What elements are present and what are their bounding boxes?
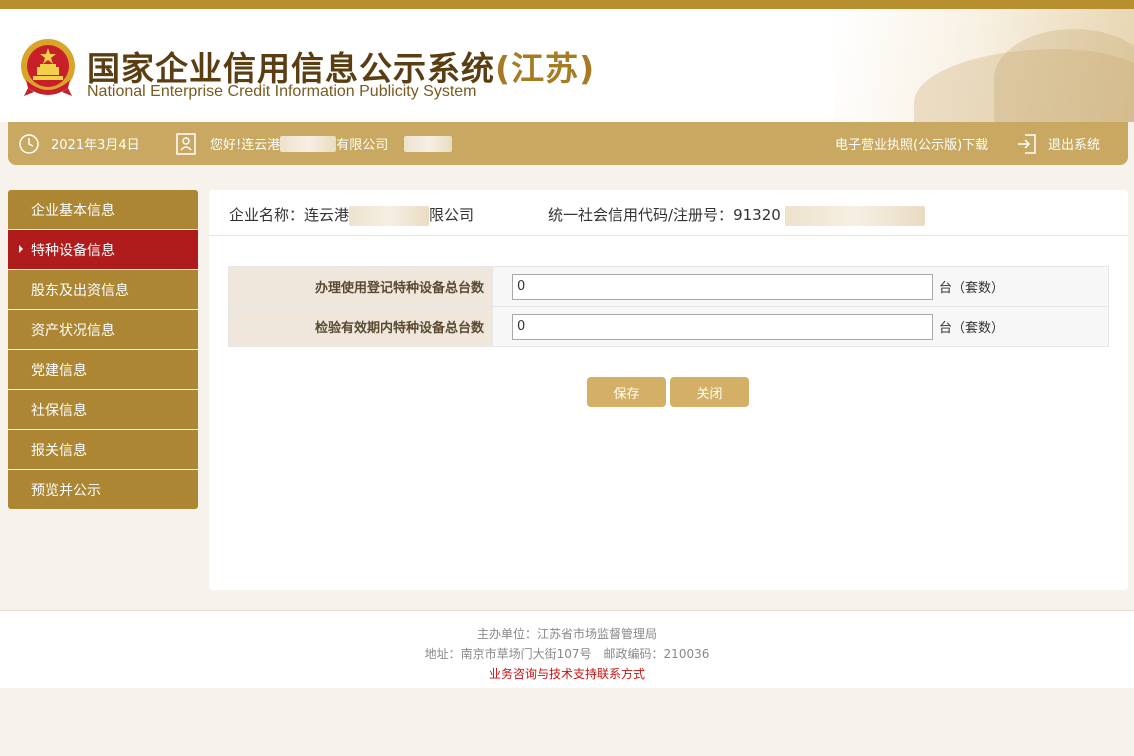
company-name-suffix: 限公司: [429, 206, 475, 224]
sidebar-item-special-equipment[interactable]: 特种设备信息: [8, 230, 198, 269]
footer-contact-link[interactable]: 业务咨询与技术支持联系方式: [0, 665, 1134, 682]
sidebar-item-label: 资产状况信息: [31, 322, 115, 339]
sidebar-item-label: 特种设备信息: [31, 242, 115, 259]
site-footer: 主办单位：江苏省市场监督管理局 地址：南京市草场门大街107号 邮政编码：210…: [0, 610, 1134, 688]
site-subtitle: National Enterprise Credit Information P…: [87, 83, 477, 100]
mountain-background-art: [834, 9, 1134, 122]
credit-code: 统一社会信用代码/注册号：91320: [548, 204, 925, 226]
user-greeting: 您好!连云港 有限公司: [176, 122, 453, 165]
logout-icon: [1016, 133, 1038, 155]
save-button[interactable]: 保存: [587, 377, 666, 407]
sidebar-item-label: 企业基本信息: [31, 202, 115, 219]
company-name-prefix: 连云港: [304, 206, 350, 224]
company-header: 企业名称：连云港 限公司 统一社会信用代码/注册号：91320: [209, 190, 1128, 236]
sidebar-item-customs[interactable]: 报关信息: [8, 430, 198, 469]
sidebar-item-preview-publish[interactable]: 预览并公示: [8, 470, 198, 509]
sidebar-item-assets[interactable]: 资产状况信息: [8, 310, 198, 349]
sidebar-item-label: 党建信息: [31, 362, 87, 379]
logout-label: 退出系统: [1048, 138, 1101, 153]
footer-organizer: 主办单位：江苏省市场监督管理局: [476, 627, 657, 641]
redacted-company-name: [349, 205, 430, 226]
valid-inspection-equipment-count-label: 检验有效期内特种设备总台数: [228, 306, 493, 347]
user-card-icon: [176, 132, 196, 155]
caret-right-icon: [19, 245, 23, 253]
site-title-province: (江苏): [495, 49, 596, 88]
greeting-prefix: 您好!连云港: [210, 138, 281, 153]
company-name-label: 企业名称：: [229, 206, 305, 224]
date-display: 2021年3月4日: [18, 122, 140, 165]
national-emblem-icon: [18, 36, 78, 100]
sidebar-nav: 企业基本信息 特种设备信息 股东及出资信息 资产状况信息 党建信息 社保信息 报…: [8, 190, 198, 510]
greeting-suffix: 有限公司: [336, 138, 389, 153]
logout-button[interactable]: 退出系统: [1016, 122, 1100, 165]
site-header: 国家企业信用信息公示系统(江苏) National Enterprise Cre…: [0, 9, 1134, 122]
user-info-bar: 2021年3月4日 您好!连云港 有限公司 电子营业执照(公示版)下载 退出系统: [8, 122, 1128, 165]
unit-label: 台（套数）: [939, 281, 1005, 296]
valid-inspection-equipment-count-input[interactable]: 0: [512, 313, 933, 340]
sidebar-item-social-security[interactable]: 社保信息: [8, 390, 198, 429]
form-row: 办理使用登记特种设备总台数 0 台（套数）: [228, 266, 1109, 307]
form-row: 检验有效期内特种设备总台数 0 台（套数）: [228, 306, 1109, 347]
unit-label: 台（套数）: [939, 321, 1005, 336]
sidebar-item-basic-info[interactable]: 企业基本信息: [8, 190, 198, 229]
redacted-company-name: [280, 135, 337, 152]
sidebar-item-label: 社保信息: [31, 402, 87, 419]
footer-address: 地址：南京市草场门大街107号 邮政编码：210036: [424, 647, 710, 661]
redacted-user-name: [404, 135, 453, 152]
top-accent-strip: [0, 0, 1134, 9]
license-download-link[interactable]: 电子营业执照(公示版)下载: [835, 122, 988, 165]
main-panel: 企业名称：连云港 限公司 统一社会信用代码/注册号：91320 办理使用登记特种设…: [209, 190, 1128, 590]
sidebar-item-party-building[interactable]: 党建信息: [8, 350, 198, 389]
registered-equipment-count-input[interactable]: 0: [512, 273, 933, 300]
sidebar-item-label: 报关信息: [31, 442, 87, 459]
credit-code-prefix: 91320: [733, 206, 781, 224]
form-field-cell: 0 台（套数）: [492, 306, 1109, 347]
sidebar-item-shareholders[interactable]: 股东及出资信息: [8, 270, 198, 309]
credit-code-label: 统一社会信用代码/注册号：: [548, 206, 734, 224]
form-field-cell: 0 台（套数）: [492, 266, 1109, 307]
sidebar-item-label: 股东及出资信息: [31, 282, 129, 299]
special-equipment-form: 办理使用登记特种设备总台数 0 台（套数） 检验有效期内特种设备总台数 0 台（套数…: [228, 266, 1109, 347]
current-date: 2021年3月4日: [51, 138, 140, 153]
sidebar-item-label: 预览并公示: [31, 482, 101, 499]
company-name: 企业名称：连云港 限公司: [229, 204, 474, 226]
registered-equipment-count-label: 办理使用登记特种设备总台数: [228, 266, 493, 307]
close-button[interactable]: 关闭: [670, 377, 749, 407]
clock-icon: [18, 133, 40, 155]
redacted-credit-code: [784, 205, 925, 226]
